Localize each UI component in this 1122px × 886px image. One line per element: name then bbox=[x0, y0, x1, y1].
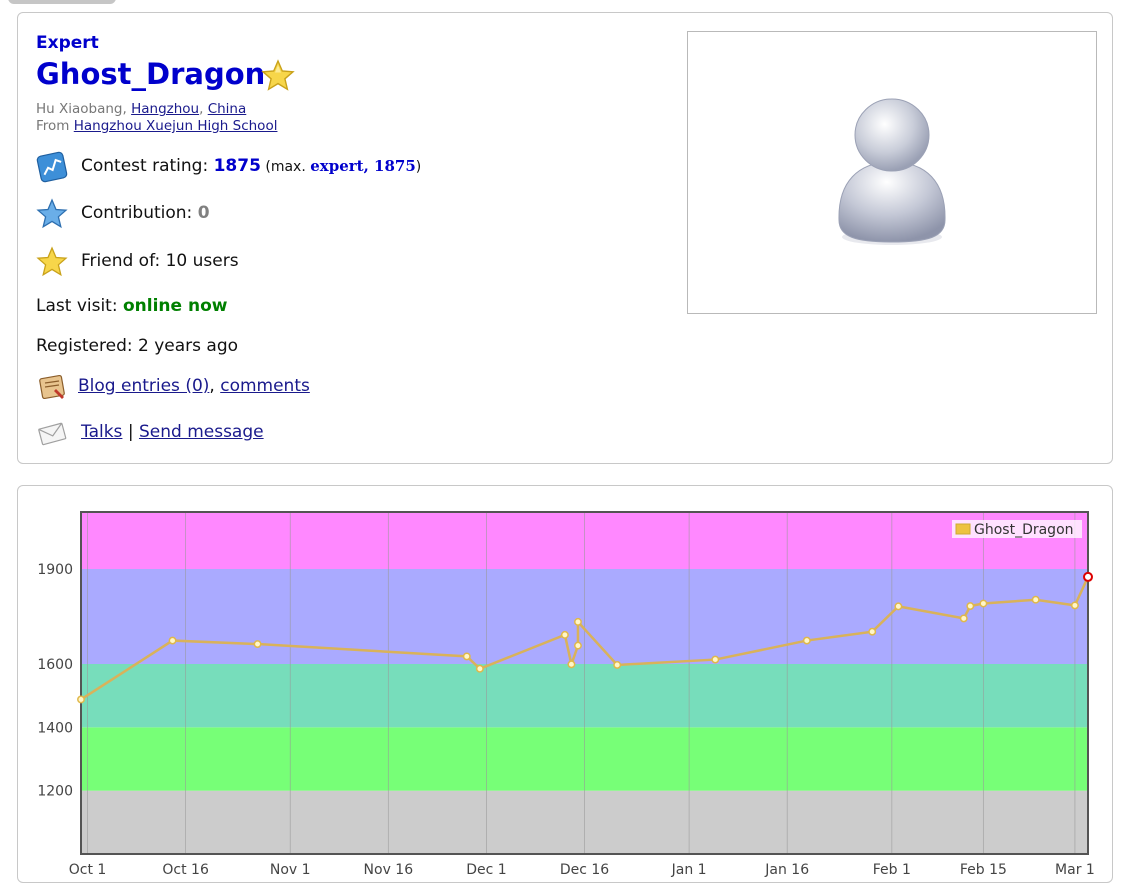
y-tick-label: 1200 bbox=[37, 784, 73, 800]
latest-rating-point bbox=[1083, 571, 1093, 582]
comments-link[interactable]: comments bbox=[220, 376, 310, 396]
rating-point bbox=[560, 630, 569, 639]
profile-box: Expert Ghost_Dragon Hu Xiaobang, Hangzho… bbox=[17, 12, 1113, 464]
user-rank: Expert bbox=[36, 33, 99, 53]
top-tab[interactable] bbox=[8, 0, 116, 4]
city-link[interactable]: Hangzhou bbox=[131, 101, 199, 117]
x-tick-label: Feb 15 bbox=[960, 862, 1007, 878]
talks-link[interactable]: Talks bbox=[81, 422, 122, 442]
y-tick-label: 1400 bbox=[37, 720, 73, 736]
y-tick-label: 1900 bbox=[37, 562, 73, 578]
rating-point bbox=[966, 602, 975, 611]
contest-rating-row: Contest rating: 1875 (max. expert, 1875) bbox=[81, 156, 422, 176]
y-tick-label: 1600 bbox=[37, 657, 73, 673]
rating-point bbox=[574, 641, 582, 650]
rating-graph-icon bbox=[36, 151, 68, 183]
legend-swatch bbox=[955, 523, 971, 535]
rating-point bbox=[567, 660, 576, 669]
last-visit-row: Last visit: online now bbox=[36, 296, 228, 316]
x-tick-label: Oct 1 bbox=[69, 862, 107, 878]
x-tick-label: Dec 16 bbox=[560, 862, 609, 878]
user-silhouette-icon bbox=[838, 98, 946, 245]
send-message-link[interactable]: Send message bbox=[139, 422, 264, 442]
x-tick-label: Feb 1 bbox=[873, 862, 911, 878]
rating-point bbox=[77, 695, 85, 704]
contribution-row: Contribution: 0 bbox=[81, 203, 210, 223]
x-tick-label: Oct 16 bbox=[162, 862, 209, 878]
x-tick-label: Mar 1 bbox=[1055, 862, 1095, 878]
rating-point bbox=[868, 627, 877, 636]
user-handle: Ghost_Dragon bbox=[36, 57, 266, 91]
legend-label: Ghost_Dragon bbox=[974, 522, 1074, 538]
rating-point bbox=[802, 636, 811, 645]
max-rating-value: 1875 bbox=[374, 157, 416, 175]
rating-chart: Oct 1 Oct 16 Nov 1 Nov 16 Dec 1 Dec 16 Jan 1 Ja… bbox=[37, 511, 1095, 878]
country-link[interactable]: China bbox=[208, 101, 247, 117]
contribution-value: 0 bbox=[197, 203, 210, 223]
registered-row: Registered: 2 years ago bbox=[36, 336, 239, 356]
rating-point bbox=[613, 661, 622, 669]
rating-chart-box: Oct 1 Oct 16 Nov 1 Nov 16 Dec 1 Dec 16 Jan 1 Ja… bbox=[17, 485, 1113, 883]
rating-point bbox=[959, 614, 968, 623]
contest-rating-value: 1875 bbox=[213, 156, 261, 176]
rating-point bbox=[475, 664, 484, 673]
x-tick-label: Jan 16 bbox=[764, 862, 809, 878]
blue-star-icon bbox=[36, 198, 68, 229]
gold-star-icon bbox=[36, 246, 68, 277]
envelope-icon bbox=[38, 422, 67, 446]
rating-point bbox=[979, 599, 988, 608]
blog-icon bbox=[39, 374, 65, 400]
rating-point bbox=[462, 652, 471, 661]
user-organization: From Hangzhou Xuejun High School bbox=[36, 118, 278, 134]
star-icon[interactable] bbox=[261, 59, 295, 93]
messages-row: Talks | Send message bbox=[81, 422, 264, 442]
rating-point bbox=[574, 617, 582, 626]
user-name-location: Hu Xiaobang, Hangzhou, China bbox=[36, 101, 247, 117]
max-rank: expert, bbox=[310, 157, 375, 175]
rating-point bbox=[253, 640, 262, 649]
x-tick-label: Nov 1 bbox=[270, 862, 311, 878]
rating-point bbox=[711, 655, 720, 664]
rating-point bbox=[1070, 601, 1079, 610]
x-tick-label: Nov 16 bbox=[364, 862, 414, 878]
blog-row: Blog entries (0), comments bbox=[78, 376, 310, 396]
x-tick-label: Dec 1 bbox=[466, 862, 506, 878]
blog-entries-link[interactable]: Blog entries (0) bbox=[78, 376, 209, 396]
rating-point bbox=[1031, 595, 1040, 604]
rating-point bbox=[168, 636, 177, 645]
organization-link[interactable]: Hangzhou Xuejun High School bbox=[74, 118, 278, 134]
online-status: online now bbox=[122, 296, 228, 316]
x-tick-label: Jan 1 bbox=[671, 862, 707, 878]
avatar bbox=[687, 31, 1097, 314]
friend-of-row: Friend of: 10 users bbox=[81, 251, 239, 271]
rating-point bbox=[894, 602, 903, 611]
